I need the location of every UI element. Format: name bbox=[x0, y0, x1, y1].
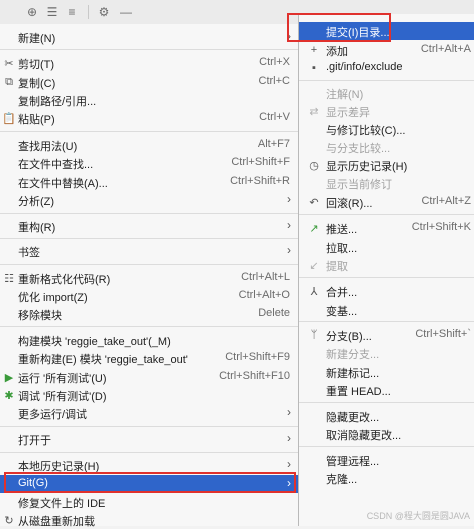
menu-item-optimize-imports[interactable]: 优化 import(Z) Ctrl+Alt+O bbox=[0, 287, 298, 305]
git-item-compare-branch[interactable]: 与分支比较... bbox=[299, 138, 474, 156]
menu-item-analyze[interactable]: 分析(Z) › bbox=[0, 191, 298, 209]
chevron-right-icon: › bbox=[287, 476, 291, 490]
chevron-right-icon: › bbox=[287, 29, 291, 43]
plus-icon: + bbox=[310, 44, 318, 56]
menu-item-debug-all-tests[interactable]: ✱ 调试 '所有测试'(D) bbox=[0, 386, 298, 404]
git-item-annotate[interactable]: 注解(N) bbox=[299, 84, 474, 102]
menu-item-find-usages[interactable]: 查找用法(U) Alt+F7 bbox=[0, 136, 298, 154]
menu-item-fix-ide[interactable]: 修复文件上的 IDE bbox=[0, 493, 298, 511]
menu-item-cut[interactable]: ✂ 剪切(T) Ctrl+X bbox=[0, 54, 298, 72]
chevron-right-icon: › bbox=[287, 431, 291, 445]
git-item-add[interactable]: + 添加 Ctrl+Alt+A bbox=[299, 41, 474, 59]
push-icon: ↗ bbox=[309, 222, 319, 235]
menu-item-find-in-files[interactable]: 在文件中查找... Ctrl+Shift+F bbox=[0, 154, 298, 172]
git-submenu: 提交(I)目录... + 添加 Ctrl+Alt+A ▪ .git/info/e… bbox=[298, 14, 474, 526]
reformat-icon: ☷ bbox=[4, 272, 14, 285]
git-item-exclude[interactable]: ▪ .git/info/exclude bbox=[299, 59, 474, 77]
fetch-icon: ↙ bbox=[309, 259, 319, 272]
menu-item-reload-from-disk[interactable]: ↻ 从磁盘重新加载 bbox=[0, 511, 298, 529]
minimize-icon[interactable]: — bbox=[118, 4, 134, 20]
menu-item-remove-module[interactable]: 移除模块 Delete bbox=[0, 305, 298, 323]
git-file-icon: ▪ bbox=[312, 62, 316, 74]
reload-icon: ↻ bbox=[4, 514, 14, 527]
git-item-new-tag[interactable]: 新建标记... bbox=[299, 363, 474, 381]
git-item-manage-remotes[interactable]: 管理远程... bbox=[299, 451, 474, 469]
expand-all-icon[interactable]: ☰ bbox=[44, 4, 60, 20]
git-item-new-branch[interactable]: 新建分支... bbox=[299, 344, 474, 362]
git-item-branches[interactable]: ᛘ 分支(B)... Ctrl+Shift+` bbox=[299, 326, 474, 344]
menu-item-copy[interactable]: ⧉ 复制(C) Ctrl+C bbox=[0, 73, 298, 91]
git-item-show-diff[interactable]: ⇄ 显示差异 bbox=[299, 102, 474, 120]
menu-item-git[interactable]: Git(G) › bbox=[0, 475, 298, 493]
menu-item-new[interactable]: 新建(N) › bbox=[0, 28, 298, 46]
scissors-icon: ✂ bbox=[4, 57, 14, 70]
git-item-rebase[interactable]: 变基... bbox=[299, 301, 474, 319]
menu-item-build-module[interactable]: 构建模块 'reggie_take_out'(_M) bbox=[0, 331, 298, 349]
git-item-rollback[interactable]: ↶ 回滚(R)... Ctrl+Alt+Z bbox=[299, 193, 474, 211]
chevron-right-icon: › bbox=[287, 457, 291, 471]
context-menu: 新建(N) › ✂ 剪切(T) Ctrl+X ⧉ 复制(C) Ctrl+C 复制… bbox=[0, 24, 299, 529]
menu-item-reformat-code[interactable]: ☷ 重新格式化代码(R) Ctrl+Alt+L bbox=[0, 269, 298, 287]
menu-item-replace-in-files[interactable]: 在文件中替换(A)... Ctrl+Shift+R bbox=[0, 173, 298, 191]
chevron-right-icon: › bbox=[287, 192, 291, 206]
git-item-commit-directory[interactable]: 提交(I)目录... bbox=[299, 22, 474, 40]
git-item-clone[interactable]: 克隆... bbox=[299, 469, 474, 487]
menu-item-run-all-tests[interactable]: ▶ 运行 '所有测试'(U) Ctrl+Shift+F10 bbox=[0, 368, 298, 386]
gear-icon[interactable]: ⚙ bbox=[96, 4, 112, 20]
chevron-right-icon: › bbox=[287, 405, 291, 419]
collapse-all-icon[interactable]: ≡ bbox=[64, 4, 80, 20]
history-icon: ◷ bbox=[309, 159, 319, 172]
menu-item-local-history[interactable]: 本地历史记录(H) › bbox=[0, 456, 298, 474]
menu-item-open-in[interactable]: 打开于 › bbox=[0, 430, 298, 448]
rollback-icon: ↶ bbox=[309, 196, 319, 209]
git-item-push[interactable]: ↗ 推送... Ctrl+Shift+K bbox=[299, 219, 474, 237]
menu-item-bookmarks[interactable]: 书签 › bbox=[0, 242, 298, 260]
menu-item-refactor[interactable]: 重构(R) › bbox=[0, 217, 298, 235]
watermark: CSDN @程大圆是圆JAVA bbox=[366, 511, 470, 521]
branch-icon: ᛘ bbox=[310, 329, 318, 341]
git-item-show-history[interactable]: ◷ 显示历史记录(H) bbox=[299, 156, 474, 174]
git-item-stash[interactable]: 隐藏更改... bbox=[299, 407, 474, 425]
debug-icon: ✱ bbox=[4, 389, 14, 402]
menu-item-more-run-debug[interactable]: 更多运行/调试 › bbox=[0, 404, 298, 422]
chevron-right-icon: › bbox=[287, 218, 291, 232]
git-item-unstash[interactable]: 取消隐藏更改... bbox=[299, 425, 474, 443]
crosshair-icon[interactable]: ⊕ bbox=[24, 4, 40, 20]
menu-item-copy-path[interactable]: 复制路径/引用... bbox=[0, 91, 298, 109]
git-item-compare-revision[interactable]: 与修订比较(C)... bbox=[299, 120, 474, 138]
run-icon: ▶ bbox=[4, 371, 14, 384]
menu-item-paste[interactable]: 📋 粘贴(P) Ctrl+V bbox=[0, 109, 298, 127]
git-item-merge[interactable]: ⅄ 合并... bbox=[299, 282, 474, 300]
git-item-pull[interactable]: 拉取... bbox=[299, 238, 474, 256]
chevron-right-icon: › bbox=[287, 243, 291, 257]
diff-icon: ⇄ bbox=[309, 105, 319, 118]
paste-icon: 📋 bbox=[2, 112, 16, 125]
merge-icon: ⅄ bbox=[310, 285, 318, 298]
git-item-reset-head[interactable]: 重置 HEAD... bbox=[299, 381, 474, 399]
git-item-show-current-revision[interactable]: 显示当前修订 bbox=[299, 174, 474, 192]
git-item-fetch[interactable]: ↙ 提取 bbox=[299, 256, 474, 274]
copy-icon: ⧉ bbox=[5, 75, 13, 88]
menu-item-rebuild-module[interactable]: 重新构建(E) 模块 'reggie_take_out' Ctrl+Shift+… bbox=[0, 349, 298, 367]
